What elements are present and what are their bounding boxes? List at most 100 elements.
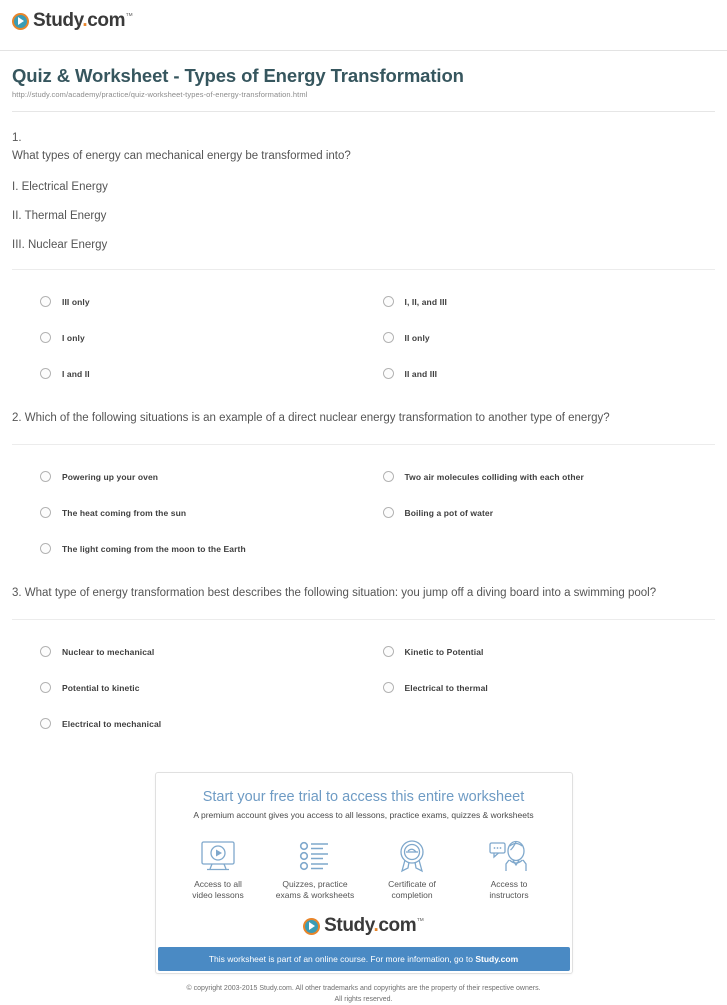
option-label: Powering up your oven (62, 471, 159, 482)
radio-button-icon[interactable] (382, 296, 394, 308)
option-label: I, II, and III (404, 296, 447, 307)
feature-label-line2: video lessons (192, 890, 244, 900)
option-radio-row[interactable]: III only (40, 284, 373, 320)
promo-course-bar[interactable]: This worksheet is part of an online cour… (157, 947, 570, 972)
feature-label-line1: Quizzes, practice (282, 878, 348, 889)
radio-button-icon[interactable] (40, 718, 51, 730)
promo-section: Start your free trial to access this ent… (0, 742, 727, 975)
feature-label-line1: Access to all (194, 878, 242, 889)
promo-title: Start your free trial to access this ent… (202, 788, 525, 805)
logo-name-tld: com (87, 10, 126, 31)
radio-button-icon[interactable] (40, 332, 51, 344)
feature-certificate: Certificate of completion (366, 836, 458, 902)
option-radio-row[interactable]: Nuclear to mechanical (40, 634, 373, 670)
radio-button-icon[interactable] (382, 682, 394, 694)
question-2: 2. Which of the following situations is … (12, 392, 715, 567)
promo-logo-row: Study.com™ (156, 905, 572, 947)
title-block: Quiz & Worksheet - Types of Energy Trans… (0, 51, 727, 99)
feature-label-line1: Certificate of (388, 878, 436, 889)
monitor-play-icon (172, 836, 264, 876)
option-label: Potential to kinetic (62, 682, 140, 693)
site-header: Study.com™ (0, 0, 727, 42)
copyright-footer: © copyright 2003-2015 Study.com. All oth… (0, 974, 727, 1004)
option-radio-row[interactable]: II only (382, 320, 716, 356)
option-label: III only (62, 296, 90, 307)
logo-trademark: ™ (416, 917, 424, 927)
checklist-icon (269, 836, 361, 876)
option-label: The light coming from the moon to the Ea… (62, 543, 246, 554)
option-label: I only (62, 332, 85, 343)
option-radio-row[interactable]: Electrical to mechanical (40, 706, 373, 742)
play-circle-icon (303, 917, 321, 935)
question-1-text: What types of energy can mechanical ener… (12, 149, 351, 162)
radio-button-icon[interactable] (40, 296, 51, 308)
option-radio-row[interactable]: I only (40, 320, 373, 356)
question-3-text: 3. What type of energy transformation be… (12, 586, 657, 599)
option-label: II only (404, 332, 430, 343)
logo-trademark: ™ (125, 11, 133, 21)
feature-quizzes: Quizzes, practice exams & worksheets (269, 836, 361, 902)
radio-button-icon[interactable] (40, 646, 51, 658)
option-placeholder (383, 706, 716, 742)
copyright-line-1: © copyright 2003-2015 Study.com. All oth… (186, 985, 541, 993)
page-title: Quiz & Worksheet - Types of Energy Trans… (12, 65, 464, 86)
option-radio-row[interactable]: II and III (382, 356, 716, 392)
study-com-logo-footer[interactable]: Study.com™ (303, 915, 424, 937)
question-1: 1. What types of energy can mechanical e… (12, 112, 715, 392)
question-2-options: Powering up your oven The heat coming fr… (12, 445, 715, 567)
question-1-statement-1: I. Electrical Energy (12, 180, 108, 193)
option-label: Electrical to mechanical (62, 718, 162, 729)
option-label: Boiling a pot of water (404, 507, 494, 518)
option-radio-row[interactable]: Boiling a pot of water (382, 495, 716, 531)
feature-label-line2: completion (391, 890, 433, 900)
page-url: http://study.com/academy/practice/quiz-w… (12, 90, 308, 99)
promo-bar-text: This worksheet is part of an online cour… (208, 954, 476, 965)
radio-button-icon[interactable] (382, 368, 394, 380)
feature-instructors: Access to instructors (463, 836, 555, 902)
question-3: 3. What type of energy transformation be… (12, 567, 715, 742)
question-1-number: 1. (12, 132, 22, 144)
instructor-chat-icon (463, 836, 555, 876)
radio-button-icon[interactable] (382, 507, 394, 519)
option-radio-row[interactable]: Electrical to thermal (382, 670, 716, 706)
radio-button-icon[interactable] (382, 471, 394, 483)
play-circle-icon (12, 12, 29, 30)
question-3-options: Nuclear to mechanical Potential to kinet… (12, 620, 715, 742)
radio-button-icon[interactable] (40, 471, 51, 483)
option-radio-row[interactable]: Potential to kinetic (40, 670, 373, 706)
feature-label-line2: instructors (489, 890, 529, 900)
option-placeholder (383, 531, 716, 567)
logo-name-main: Study (33, 10, 83, 31)
logo-name-main: Study (324, 915, 374, 937)
option-radio-row[interactable]: Two air molecules colliding with each ot… (382, 459, 716, 495)
radio-button-icon[interactable] (40, 507, 51, 519)
promo-subtitle: A premium account gives you access to al… (193, 809, 534, 820)
option-label: II and III (404, 368, 438, 379)
radio-button-icon[interactable] (382, 332, 394, 344)
questions-container: 1. What types of energy can mechanical e… (0, 112, 727, 742)
option-radio-row[interactable]: I, II, and III (382, 284, 716, 320)
radio-button-icon[interactable] (382, 646, 394, 658)
study-com-logo[interactable]: Study.com™ (12, 10, 133, 32)
logo-wordmark: Study.com™ (324, 915, 424, 937)
radio-button-icon[interactable] (40, 368, 51, 380)
question-1-options: III only I only I and II I, II, and III … (12, 270, 715, 392)
option-radio-row[interactable]: Powering up your oven (40, 459, 373, 495)
feature-label-line1: Access to (490, 878, 528, 889)
option-radio-row[interactable]: I and II (40, 356, 373, 392)
option-radio-row[interactable]: Kinetic to Potential (382, 634, 716, 670)
promo-features: Access to all video lessons Quizzes, pra… (156, 820, 572, 906)
option-label: The heat coming from the sun (62, 507, 187, 518)
option-radio-row[interactable]: The light coming from the moon to the Ea… (40, 531, 373, 567)
promo-bar-link[interactable]: Study.com (475, 954, 518, 964)
award-ribbon-icon (366, 836, 458, 876)
free-trial-card: Start your free trial to access this ent… (154, 771, 573, 975)
radio-button-icon[interactable] (40, 682, 51, 694)
feature-label-line2: exams & worksheets (275, 890, 355, 900)
option-label: Two air molecules colliding with each ot… (404, 471, 584, 482)
option-radio-row[interactable]: The heat coming from the sun (40, 495, 373, 531)
logo-name-tld: com (378, 915, 417, 937)
option-label: Electrical to thermal (404, 682, 488, 693)
question-2-text: 2. Which of the following situations is … (12, 411, 610, 424)
radio-button-icon[interactable] (40, 543, 51, 555)
